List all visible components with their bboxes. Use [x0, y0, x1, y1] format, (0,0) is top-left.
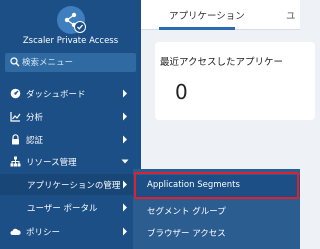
- sidebar-item-label: ダッシュボード: [26, 89, 86, 100]
- sidebar-subitem-user-portal[interactable]: ユーザー ポータル: [0, 197, 141, 218]
- search-icon: [10, 57, 20, 67]
- active-tab-indicator: [159, 27, 235, 30]
- sidebar-item-label: 認証: [26, 135, 44, 146]
- chevron-right-icon: [123, 203, 127, 212]
- sidebar-item-label: ポリシー: [26, 227, 61, 238]
- sidebar-item-resource-management[interactable]: リソース管理: [0, 151, 141, 172]
- tab-bar: アプリケーション ユ: [141, 0, 300, 30]
- sidebar-item-analytics[interactable]: 分析: [0, 106, 141, 127]
- sitemap-icon: [10, 156, 21, 167]
- chevron-right-icon: [123, 135, 127, 144]
- submenu-item-segment-groups[interactable]: セグメント グループ: [133, 200, 300, 222]
- logo-area: Zscaler Private Access: [0, 0, 141, 52]
- chevron-right-icon: [123, 89, 127, 98]
- tab-applications[interactable]: アプリケーション: [169, 8, 245, 22]
- application-management-submenu: Application Segments セグメント グループ ブラウザー アク…: [133, 169, 300, 249]
- sidebar-item-label: ユーザー ポータル: [27, 203, 98, 214]
- cloud-icon: [10, 228, 21, 235]
- submenu-item-application-segments[interactable]: Application Segments: [133, 175, 300, 197]
- chevron-right-icon: [123, 112, 127, 121]
- submenu-item-label: セグメント グループ: [147, 207, 226, 217]
- search-input[interactable]: [22, 53, 132, 72]
- sidebar-item-label: アプリケーションの管理: [27, 180, 121, 191]
- sidebar-subitem-application-management[interactable]: アプリケーションの管理: [0, 174, 141, 195]
- check-badge-icon: [74, 21, 86, 33]
- chevron-right-icon: [123, 180, 127, 189]
- tab-user[interactable]: ユ: [286, 8, 296, 22]
- brand-name: Zscaler Private Access: [22, 36, 119, 46]
- chevron-right-icon: [123, 227, 127, 236]
- sidebar: Zscaler Private Access ダッシュボード 分析: [0, 0, 141, 249]
- search-box[interactable]: [5, 53, 136, 72]
- dashboard-icon: [10, 88, 21, 99]
- submenu-item-label: ブラウザー アクセス: [147, 229, 226, 239]
- sidebar-item-label: 分析: [26, 112, 44, 123]
- lock-icon: [12, 134, 19, 145]
- card-value: 0: [175, 80, 188, 104]
- submenu-item-browser-access[interactable]: ブラウザー アクセス: [133, 222, 300, 244]
- submenu-item-label: Application Segments: [147, 180, 240, 190]
- line-chart-icon: [10, 112, 21, 122]
- sidebar-item-authentication[interactable]: 認証: [0, 129, 141, 150]
- sidebar-item-label: リソース管理: [26, 157, 77, 168]
- sidebar-item-dashboard[interactable]: ダッシュボード: [0, 83, 141, 104]
- chevron-down-icon: [121, 159, 129, 164]
- card-title: 最近アクセスしたアプリケー: [160, 57, 284, 68]
- sidebar-item-policy[interactable]: ポリシー: [0, 221, 141, 242]
